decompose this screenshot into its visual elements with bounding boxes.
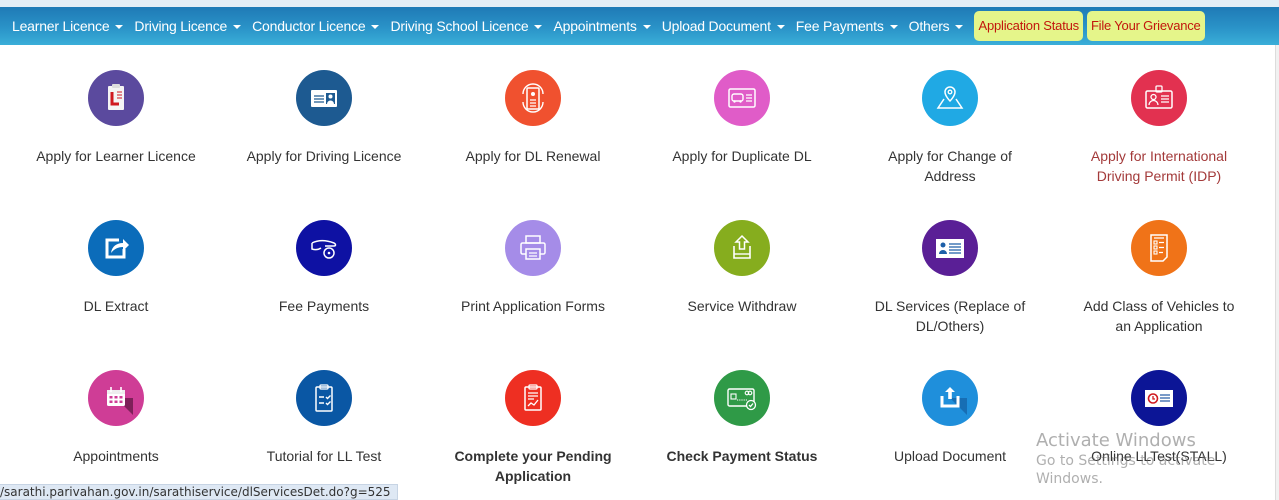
page-scrollbar[interactable] — [1275, 45, 1279, 500]
service-tile[interactable]: Check Payment Status — [638, 370, 846, 466]
nav-label: Learner Licence — [12, 18, 110, 34]
nav-label: Others — [908, 18, 950, 34]
service-tile[interactable]: Upload Document — [846, 370, 1054, 466]
caret-down-icon — [642, 25, 651, 29]
service-tile[interactable]: Print Application Forms — [429, 220, 637, 316]
service-label[interactable]: Print Application Forms — [429, 296, 637, 316]
service-tile[interactable]: Online LLTest(STALL) — [1055, 370, 1263, 466]
share-icon[interactable] — [88, 220, 144, 276]
nav-upload-document[interactable]: Upload Document — [662, 18, 785, 34]
learner-licence-icon[interactable] — [88, 70, 144, 126]
badge-icon[interactable] — [1131, 70, 1187, 126]
service-tile[interactable]: DL Extract — [12, 220, 220, 316]
nav-conductor-licence[interactable]: Conductor Licence — [252, 18, 380, 34]
main-navbar: Learner Licence Driving Licence Conducto… — [0, 7, 1279, 45]
renewal-icon[interactable] — [505, 70, 561, 126]
upload-icon[interactable] — [922, 370, 978, 426]
service-label[interactable]: Upload Document — [846, 446, 1054, 466]
checklist-icon[interactable] — [1131, 220, 1187, 276]
service-label[interactable]: Appointments — [12, 446, 220, 466]
clipboard-check-icon[interactable] — [296, 370, 352, 426]
id-card-icon[interactable] — [296, 70, 352, 126]
service-label[interactable]: Apply for Driving Licence — [220, 146, 428, 166]
printer-icon[interactable] — [505, 220, 561, 276]
nav-appointments[interactable]: Appointments — [553, 18, 651, 34]
application-status-button[interactable]: Application Status — [974, 11, 1083, 41]
nav-fee-payments[interactable]: Fee Payments — [796, 18, 898, 34]
nav-label: Upload Document — [661, 18, 771, 34]
nav-others[interactable]: Others — [909, 18, 964, 34]
service-tile[interactable]: Fee Payments — [220, 220, 428, 316]
nav-label: Fee Payments — [795, 18, 884, 34]
service-label[interactable]: Add Class of Vehicles to an Application — [1055, 296, 1263, 336]
caret-down-icon — [776, 25, 785, 29]
caret-down-icon — [889, 25, 898, 29]
nav-driving-licence[interactable]: Driving Licence — [134, 18, 242, 34]
nav-driving-school-licence[interactable]: Driving School Licence — [390, 18, 543, 34]
service-tile[interactable]: Apply for Duplicate DL — [638, 70, 846, 166]
duplicate-card-icon[interactable] — [714, 70, 770, 126]
service-tile[interactable]: Appointments — [12, 370, 220, 466]
service-label[interactable]: Online LLTest(STALL) — [1055, 446, 1263, 466]
nav-label: Conductor Licence — [252, 18, 366, 34]
caret-down-icon — [955, 25, 964, 29]
withdraw-icon[interactable] — [714, 220, 770, 276]
file-grievance-button[interactable]: File Your Grievance — [1086, 11, 1205, 41]
service-tile[interactable]: Service Withdraw — [638, 220, 846, 316]
browser-status-url: /sarathi.parivahan.gov.in/sarathiservice… — [0, 484, 398, 500]
browser-top-strip — [0, 0, 1279, 7]
report-icon[interactable] — [505, 370, 561, 426]
nav-learner-licence[interactable]: Learner Licence — [12, 18, 124, 34]
service-tile[interactable]: Tutorial for LL Test — [220, 370, 428, 466]
service-label[interactable]: Service Withdraw — [638, 296, 846, 316]
service-tile[interactable]: Apply for International Driving Permit (… — [1055, 70, 1263, 186]
profile-card-icon[interactable] — [922, 220, 978, 276]
service-label[interactable]: Complete your Pending Application — [429, 446, 637, 486]
nav-label: Appointments — [553, 18, 637, 34]
service-tile[interactable]: Apply for Learner Licence — [12, 70, 220, 166]
service-label[interactable]: Apply for International Driving Permit (… — [1055, 146, 1263, 186]
payment-card-icon[interactable] — [714, 370, 770, 426]
location-pin-icon[interactable] — [922, 70, 978, 126]
service-label[interactable]: Apply for Duplicate DL — [638, 146, 846, 166]
service-label[interactable]: Fee Payments — [220, 296, 428, 316]
timer-card-icon[interactable] — [1131, 370, 1187, 426]
service-label[interactable]: Tutorial for LL Test — [220, 446, 428, 466]
hand-coin-icon[interactable] — [296, 220, 352, 276]
service-label[interactable]: Apply for DL Renewal — [429, 146, 637, 166]
service-label[interactable]: Apply for Learner Licence — [12, 146, 220, 166]
caret-down-icon — [233, 25, 242, 29]
nav-label: Driving Licence — [134, 18, 228, 34]
service-tile[interactable]: Apply for DL Renewal — [429, 70, 637, 166]
service-label[interactable]: DL Extract — [12, 296, 220, 316]
calendar-icon[interactable] — [88, 370, 144, 426]
service-label[interactable]: Check Payment Status — [638, 446, 846, 466]
service-tile[interactable]: Complete your Pending Application — [429, 370, 637, 486]
service-label[interactable]: Apply for Change of Address — [846, 146, 1054, 186]
nav-label: Driving School Licence — [390, 18, 529, 34]
service-tile[interactable]: Apply for Driving Licence — [220, 70, 428, 166]
service-tile[interactable]: DL Services (Replace of DL/Others) — [846, 220, 1054, 336]
caret-down-icon — [115, 25, 124, 29]
service-label[interactable]: DL Services (Replace of DL/Others) — [846, 296, 1054, 336]
caret-down-icon — [534, 25, 543, 29]
service-tile[interactable]: Add Class of Vehicles to an Application — [1055, 220, 1263, 336]
service-tile[interactable]: Apply for Change of Address — [846, 70, 1054, 186]
caret-down-icon — [371, 25, 380, 29]
